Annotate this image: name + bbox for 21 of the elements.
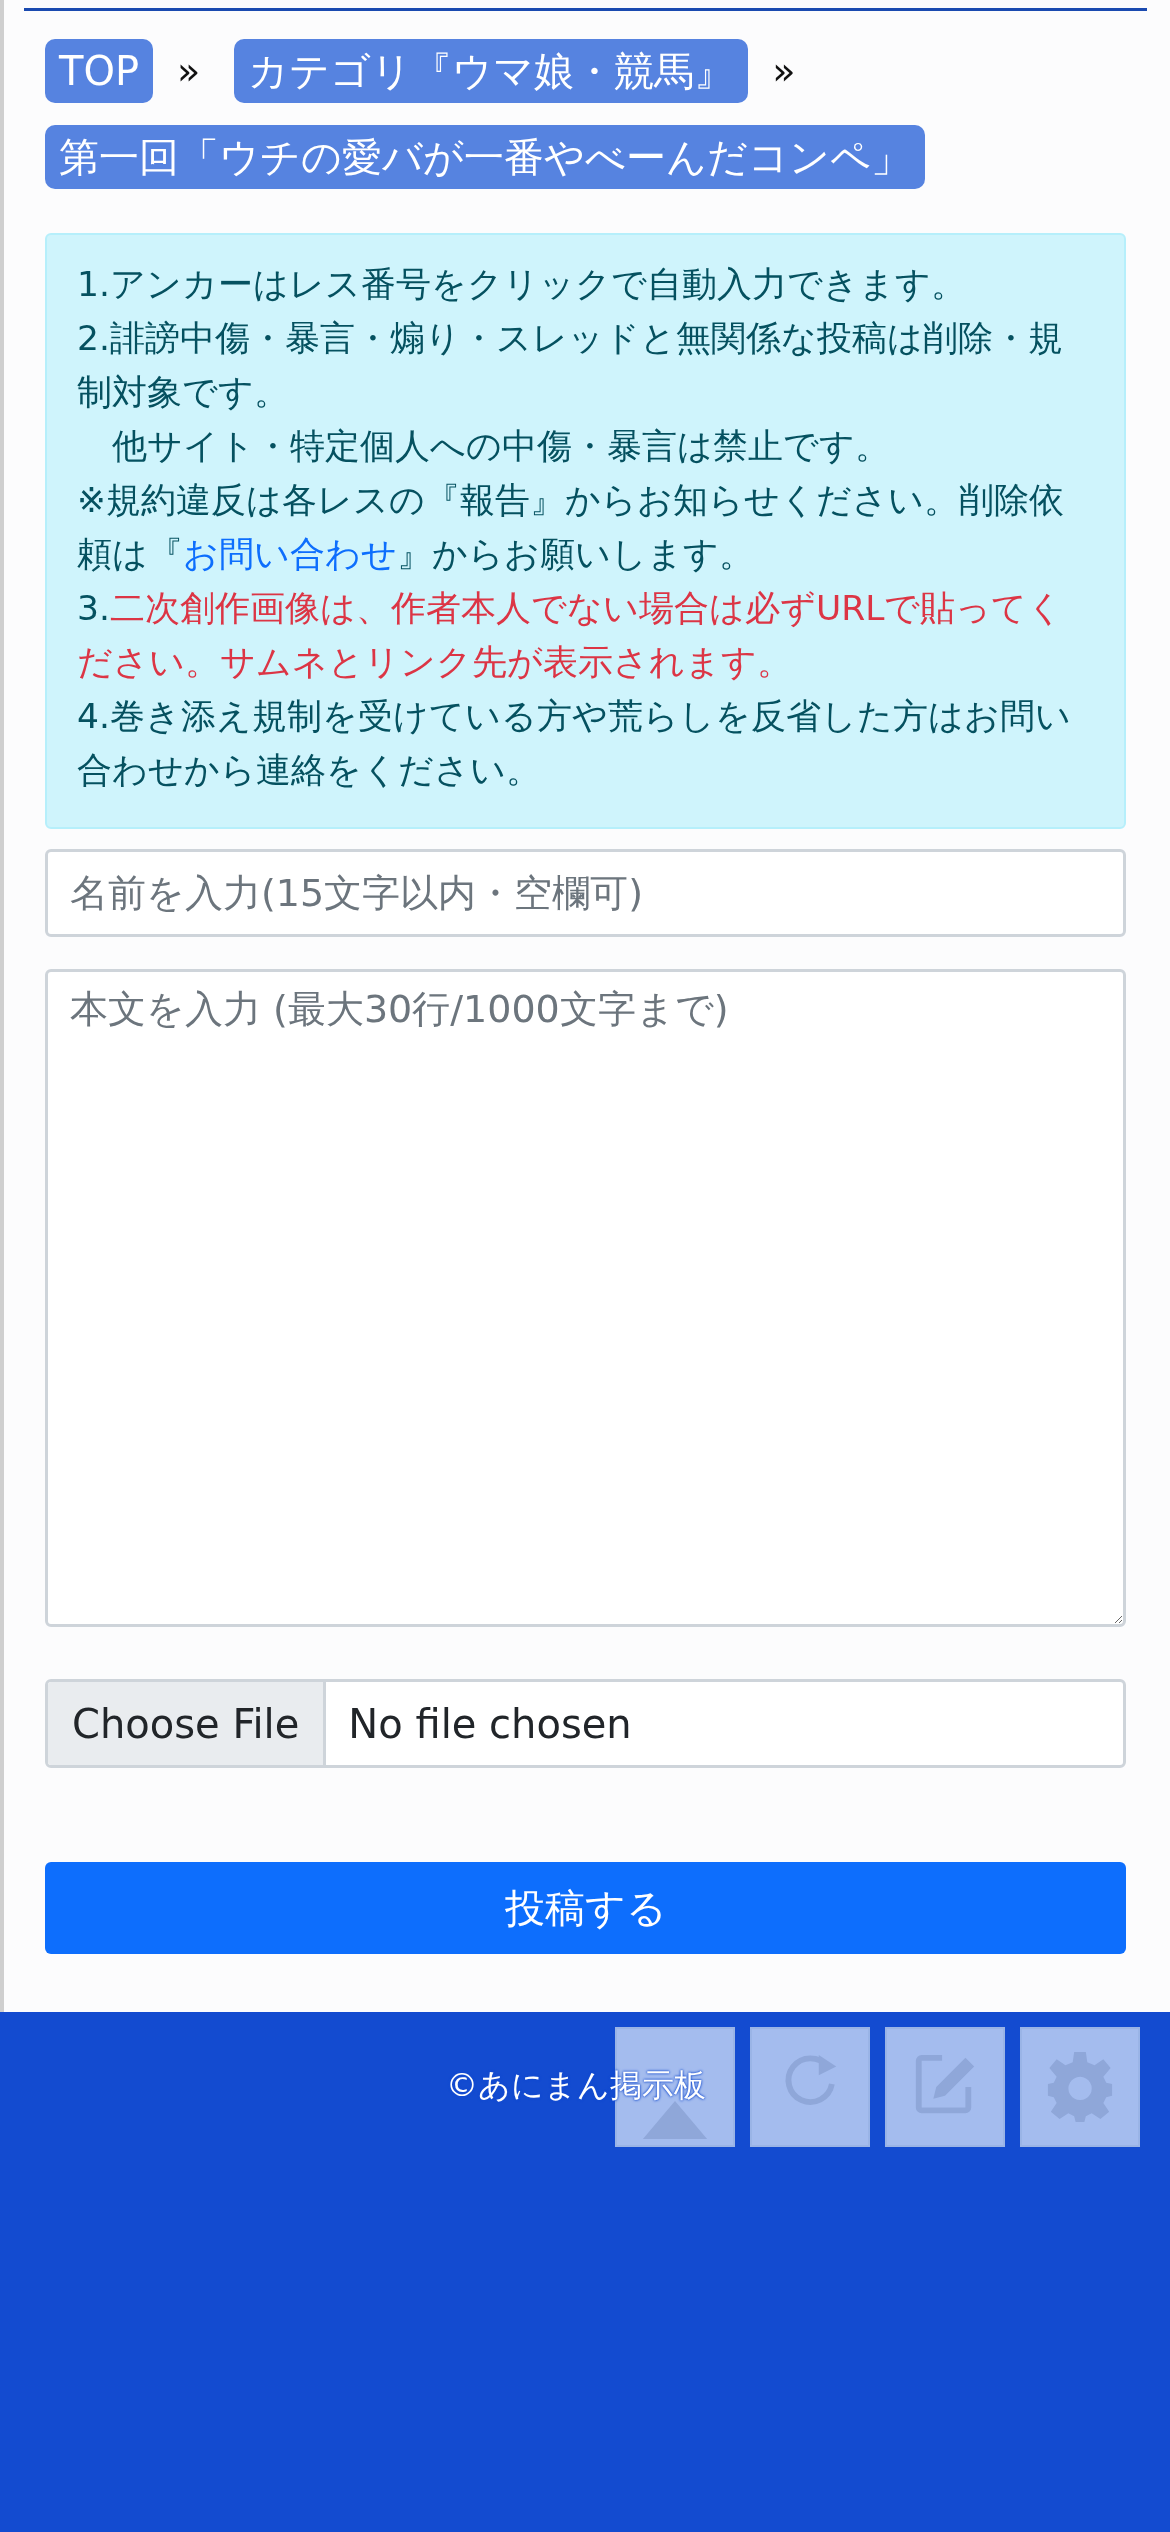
file-input[interactable]: Choose File No file chosen	[45, 1679, 1126, 1768]
breadcrumb-link[interactable]: TOP	[45, 39, 154, 103]
notice-text: 4.巻き添え規制を受けている方や荒らしを反省した方はお問い合わせから連絡をください。	[77, 695, 1072, 792]
breadcrumb-separator: »	[772, 49, 796, 93]
notice-text: 他サイト・特定個人への中傷・暴言は禁止です。	[111, 425, 891, 468]
notice-text: 3.二次創作画像は、作者本人でない場合は必ずURLで貼ってください。サムネとリンク先が表示されます。	[77, 587, 1065, 684]
choose-file-button[interactable]: Choose File	[48, 1682, 327, 1765]
breadcrumb-link[interactable]: 第一回「ウチの愛バが一番やべーんだコンペ」	[45, 125, 925, 189]
notice-text: ※規約違反は各レスの『報告』からお知らせください。削除依頼は『お問い合わせ』からお願いします。	[77, 479, 1065, 576]
breadcrumb-link[interactable]: カテゴリ『ウマ娘・競馬』	[234, 39, 749, 103]
contact-link[interactable]: お問い合わせ	[183, 534, 397, 574]
body-textarea-field[interactable]: 本文を入力 (最大30行/1000文字まで)	[45, 969, 1126, 1627]
notice-text: 1.アンカーはレス番号をクリックで自動入力できます。	[77, 263, 967, 306]
file-status-text: No file chosen	[347, 1699, 633, 1749]
notice-text: 2.誹謗中傷・暴言・煽り・スレッドと無関係な投稿は削除・規制対象です。	[77, 317, 1064, 414]
submit-button[interactable]: 投稿する	[45, 1862, 1126, 1954]
reload-button[interactable]	[750, 2027, 870, 2147]
breadcrumb-separator: »	[177, 49, 201, 93]
settings-button[interactable]	[1020, 2027, 1140, 2147]
name-input-field[interactable]: 名前を入力(15文字以内・空欄可)	[45, 849, 1126, 937]
edit-button[interactable]	[885, 2027, 1005, 2147]
